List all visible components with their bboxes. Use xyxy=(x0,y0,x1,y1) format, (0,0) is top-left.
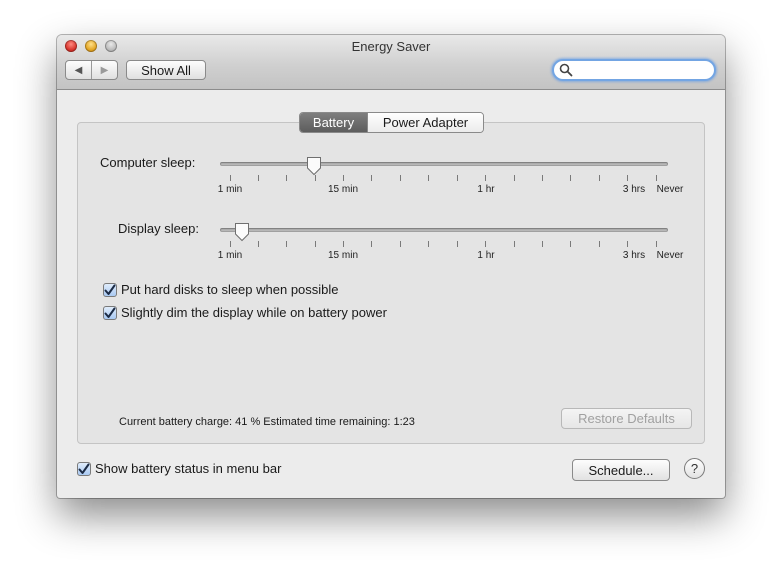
schedule-button[interactable]: Schedule... xyxy=(572,459,670,481)
computer-sleep-slider[interactable] xyxy=(220,162,668,166)
back-arrow-icon: ◀ xyxy=(74,64,83,76)
dim-display-option[interactable]: Slightly dim the display while on batter… xyxy=(103,305,387,320)
tick xyxy=(570,175,571,181)
tick xyxy=(371,241,372,247)
tick xyxy=(286,175,287,181)
back-button[interactable]: ◀ xyxy=(66,61,91,79)
computer-sleep-ticks xyxy=(220,175,668,181)
computer-sleep-slider-thumb[interactable] xyxy=(306,156,322,176)
display-sleep-tick-label: 1 min xyxy=(217,250,243,261)
display-sleep-tick-label: 3 hrs xyxy=(622,250,646,261)
display-sleep-tick-label: Never xyxy=(656,250,684,261)
dim-display-checkbox[interactable] xyxy=(103,305,117,320)
show-battery-status-checkbox[interactable] xyxy=(77,461,91,476)
settings-group-box: Computer sleep: 1 min 15 min 1 hr 3 hrs xyxy=(77,122,705,444)
tick xyxy=(485,175,486,181)
checkmark-icon xyxy=(104,284,116,295)
tick xyxy=(570,241,571,247)
tick xyxy=(627,241,628,247)
search-icon xyxy=(559,63,573,77)
tick xyxy=(230,175,231,181)
dim-display-label: Slightly dim the display while on batter… xyxy=(121,305,387,320)
window-title: Energy Saver xyxy=(351,39,431,54)
search-field[interactable] xyxy=(552,59,716,81)
restore-defaults-button[interactable]: Restore Defaults xyxy=(561,408,692,429)
forward-arrow-icon: ▶ xyxy=(100,64,109,76)
tick xyxy=(230,241,231,247)
display-sleep-slider-thumb[interactable] xyxy=(234,222,250,242)
hard-disk-sleep-option[interactable]: Put hard disks to sleep when possible xyxy=(103,282,339,297)
tick xyxy=(627,175,628,181)
display-sleep-ticks xyxy=(220,241,668,247)
show-battery-status-option[interactable]: Show battery status in menu bar xyxy=(77,461,281,476)
tab-battery[interactable]: Battery xyxy=(300,113,367,132)
power-source-tabs: Battery Power Adapter xyxy=(299,112,484,133)
computer-sleep-tick-label: 1 hr xyxy=(477,184,495,195)
tick xyxy=(343,241,344,247)
computer-sleep-tick-label: 15 min xyxy=(327,184,359,195)
tick xyxy=(599,175,600,181)
tick xyxy=(656,241,657,247)
show-battery-status-label: Show battery status in menu bar xyxy=(95,461,282,476)
back-forward-control: ◀ ▶ xyxy=(65,60,118,80)
checkmark-icon xyxy=(104,307,116,318)
tick xyxy=(457,175,458,181)
display-sleep-label: Display sleep: xyxy=(118,221,199,236)
battery-status-text: Current battery charge: 41 % Estimated t… xyxy=(119,416,415,428)
computer-sleep-tick-label: 1 min xyxy=(217,184,243,195)
forward-button[interactable]: ▶ xyxy=(91,61,117,79)
display-sleep-tick-label: 15 min xyxy=(327,250,359,261)
tick xyxy=(315,175,316,181)
energy-saver-window: Energy Saver ◀ ▶ Show All Computer sleep… xyxy=(57,35,725,498)
tick xyxy=(286,241,287,247)
tick xyxy=(258,175,259,181)
computer-sleep-tick-label: 3 hrs xyxy=(622,184,646,195)
hard-disk-sleep-checkbox[interactable] xyxy=(103,282,117,297)
display-sleep-slider[interactable] xyxy=(220,228,668,232)
help-button[interactable]: ? xyxy=(684,458,705,479)
tick xyxy=(400,241,401,247)
computer-sleep-label: Computer sleep: xyxy=(100,155,196,170)
tick xyxy=(428,175,429,181)
tick xyxy=(457,241,458,247)
tick xyxy=(343,175,344,181)
tick xyxy=(258,241,259,247)
title-bar: Energy Saver ◀ ▶ Show All xyxy=(57,35,725,90)
checkmark-icon xyxy=(78,463,90,474)
tab-power-adapter[interactable]: Power Adapter xyxy=(367,113,483,132)
tick xyxy=(485,241,486,247)
search-input[interactable] xyxy=(576,62,710,78)
tick xyxy=(371,175,372,181)
show-all-button[interactable]: Show All xyxy=(126,60,206,80)
tick xyxy=(428,241,429,247)
tick xyxy=(400,175,401,181)
tick xyxy=(315,241,316,247)
tick xyxy=(542,241,543,247)
tick xyxy=(514,241,515,247)
tick xyxy=(599,241,600,247)
hard-disk-sleep-label: Put hard disks to sleep when possible xyxy=(121,282,339,297)
tick xyxy=(542,175,543,181)
tick xyxy=(656,175,657,181)
tick xyxy=(514,175,515,181)
display-sleep-tick-label: 1 hr xyxy=(477,250,495,261)
computer-sleep-tick-label: Never xyxy=(656,184,684,195)
